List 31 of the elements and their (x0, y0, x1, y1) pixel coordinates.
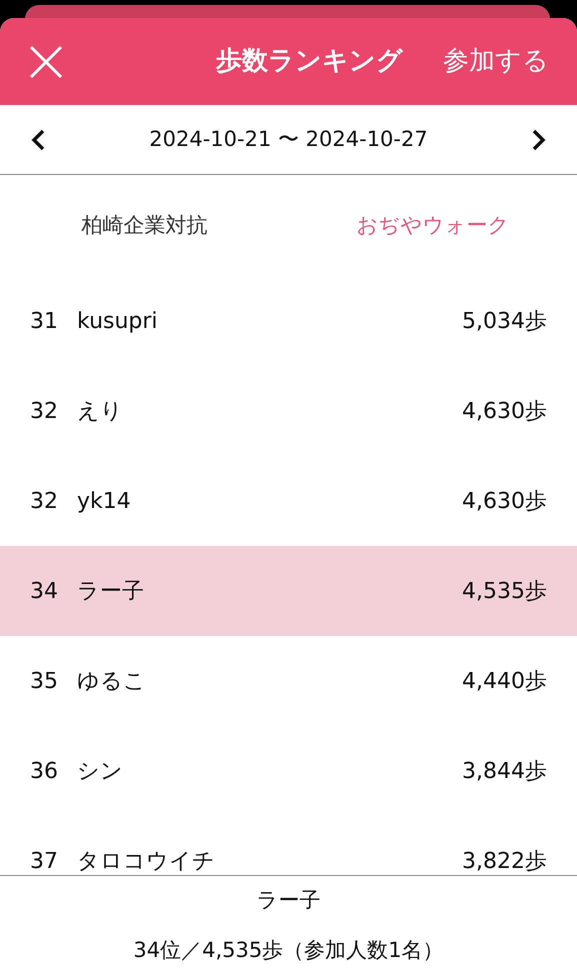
rank-number: 35 (30, 668, 59, 696)
next-icon[interactable] (531, 128, 547, 152)
rank-number: 34 (30, 578, 59, 606)
tab[interactable]: 柏崎企業対抗 (0, 210, 288, 242)
footer-name: ラー子 (256, 887, 320, 914)
user-name: ラー子 (77, 578, 144, 606)
user-name: タロコウイチ (77, 848, 215, 875)
user-name: kusupri (77, 308, 158, 336)
step-count: 4,630歩 (462, 398, 547, 426)
user-name: yk14 (77, 488, 131, 516)
close-icon[interactable] (28, 44, 64, 80)
user-name: シン (77, 758, 123, 786)
rank-number: 32 (30, 488, 59, 516)
user-name: えり (77, 398, 123, 426)
step-count: 4,535歩 (462, 578, 547, 606)
step-count: 5,034歩 (462, 308, 547, 336)
header-title: 歩数ランキング (216, 45, 403, 78)
rank-number: 37 (30, 848, 59, 875)
rank-number: 31 (30, 308, 59, 336)
step-count: 4,630歩 (462, 488, 547, 516)
step-count: 3,822歩 (462, 848, 547, 875)
step-count: 4,440歩 (462, 668, 547, 696)
step-count: 3,844歩 (462, 758, 547, 786)
rank-number: 36 (30, 758, 59, 786)
join-button[interactable]: 参加する (443, 42, 549, 81)
ranking-row[interactable]: 34 ラー子 4,535歩 (0, 546, 577, 636)
previous-icon[interactable] (30, 128, 46, 152)
user-name: ゆるこ (77, 668, 146, 696)
date-range: 2024-10-21 〜 2024-10-27 (149, 126, 428, 153)
rank-number: 32 (30, 398, 59, 426)
footer-summary: 34位／4,535歩（参加人数1名） (133, 936, 444, 964)
